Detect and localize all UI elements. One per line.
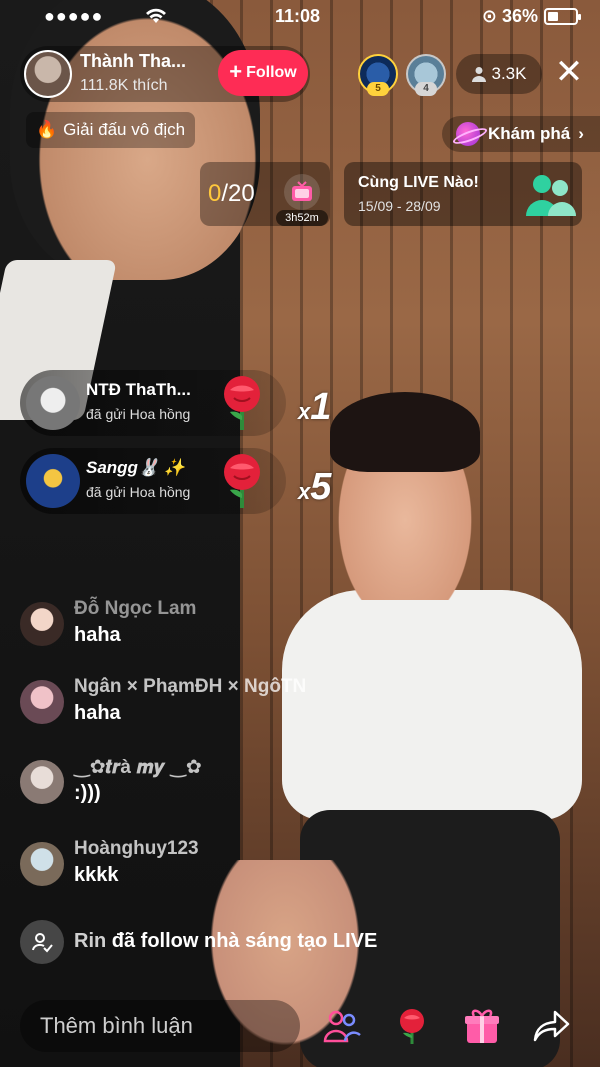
gift-icon[interactable] [460,1004,504,1048]
close-icon[interactable]: ✕ [552,55,586,90]
people-icon[interactable] [320,1004,364,1048]
person-check-icon [20,920,64,964]
planet-icon [456,122,480,146]
gift-notification: NTĐ ThaTh... đã gửi Hoa hồng [20,370,286,436]
guest-hair [330,392,480,472]
wifi-icon [145,6,167,29]
gift-action: đã gửi Hoa hồng [86,406,191,422]
person-icon [471,67,486,82]
commenter-avatar[interactable] [20,680,64,724]
battery-icon [544,8,581,25]
status-bar: ●●●●● 11:08 ⊙ 36% [0,0,600,34]
share-icon[interactable] [530,1004,574,1048]
live-video-background [0,0,600,1067]
goal-count: 0/20 [208,180,255,207]
event-banner[interactable]: Cùng LIVE Nào! 15/09 - 28/09 [344,162,582,226]
comment-username[interactable]: Ngân × PhạmĐH × NgôTN [74,676,306,698]
gift-sender: Sangg🐰 ✨ [86,458,186,477]
commenter-avatar[interactable] [20,602,64,646]
commenter-avatar[interactable] [20,842,64,886]
explore-button[interactable]: Khám phá › [442,116,600,152]
goal-timer: 3h52m [276,210,328,226]
flame-icon: 🔥 [36,120,58,139]
guest-shirt [282,590,582,820]
follow-notification: Rin đã follow nhà sáng tạo LIVE [20,920,440,964]
comment-text: haha [74,702,121,724]
viewer-count[interactable]: 3.3K [456,54,542,94]
gift-multiplier: x1 [298,386,332,428]
commenter-avatar[interactable] [20,760,64,804]
event-title: Cùng LIVE Nào! [358,174,479,191]
follow-notification-text: Rin đã follow nhà sáng tạo LIVE [74,930,378,952]
tournament-tag[interactable]: 🔥 Giải đấu vô địch [26,112,196,148]
tv-gift-icon [284,174,320,210]
rose-icon [212,372,272,439]
sender-avatar[interactable] [26,454,80,508]
viewer-rank-badge: 4 [415,82,437,96]
clock: 11:08 [275,6,321,26]
chevron-right-icon: › [578,124,584,143]
gift-goal[interactable]: 0/20 3h52m [200,162,330,226]
gift-sender: NTĐ ThaTh... [86,380,191,399]
comment-text: kkkk [74,864,119,886]
comment-username[interactable]: ‿✿𝒕𝒓à 𝒎𝒚 ‿✿ [74,756,202,779]
comment-text: :))) [74,782,101,804]
host-name: Thành Tha... [80,51,186,71]
gift-notification: Sangg🐰 ✨ đã gửi Hoa hồng [20,448,286,514]
event-dates: 15/09 - 28/09 [358,198,441,214]
gift-multiplier: x5 [298,466,332,508]
gift-action: đã gửi Hoa hồng [86,484,191,500]
signal-icon: ●●●●● [44,6,104,26]
follow-button[interactable]: + Follow [218,50,308,96]
rose-icon [212,450,272,517]
comment-username[interactable]: Đỗ Ngọc Lam [74,598,196,620]
viewer-rank-badge: 5 [367,82,389,96]
comment-input[interactable]: Thêm bình luận [20,1000,300,1052]
host-avatar[interactable] [24,50,72,98]
comment-username[interactable]: Hoànghuy123 [74,838,199,860]
host-likes: 111.8K thích [80,77,168,94]
people-icon [524,170,576,223]
rose-icon[interactable] [390,1004,434,1048]
plus-icon: + [229,59,243,84]
battery-percent: ⊙ 36% [481,6,538,26]
comment-text: haha [74,624,121,646]
orientation-lock-icon: ⊙ [481,6,497,26]
sender-avatar[interactable] [26,376,80,430]
